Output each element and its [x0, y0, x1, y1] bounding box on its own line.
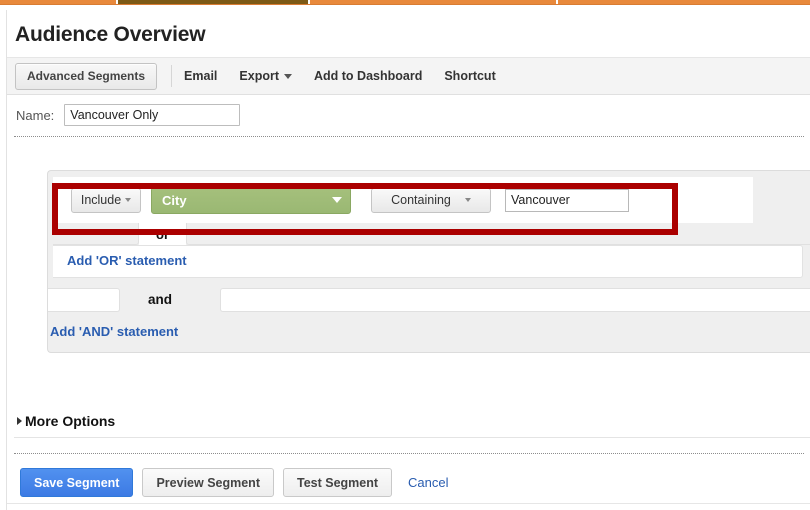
advanced-segments-button[interactable]: Advanced Segments	[15, 63, 157, 90]
add-and-row: Add 'AND' statement	[48, 318, 810, 352]
preview-segment-button[interactable]: Preview Segment	[142, 468, 274, 497]
and-label: and	[148, 292, 172, 307]
page-title: Audience Overview	[7, 14, 810, 48]
report-page: Audience Overview Advanced Segments Emai…	[0, 5, 810, 510]
include-exclude-dropdown[interactable]: Include	[71, 188, 141, 213]
add-or-row: Add 'OR' statement	[53, 245, 810, 280]
export-label: Export	[239, 69, 279, 83]
dimension-dropdown[interactable]: City	[151, 187, 351, 214]
condition-row-shell: Include City Containing	[53, 177, 810, 223]
toolbar-separator	[171, 65, 172, 87]
segment-condition-builder: Include City Containing or A	[47, 170, 810, 353]
condition-value-input[interactable]	[505, 189, 629, 212]
add-or-statement-link[interactable]: Add 'OR' statement	[67, 253, 187, 268]
test-segment-button[interactable]: Test Segment	[283, 468, 392, 497]
or-divider-right	[186, 223, 810, 245]
triangle-right-icon	[17, 417, 22, 425]
or-divider-row: or	[53, 223, 810, 245]
divider-more-options	[14, 437, 810, 438]
include-label: Include	[81, 193, 121, 207]
shortcut-button[interactable]: Shortcut	[444, 69, 495, 83]
dimension-label: City	[162, 193, 187, 208]
divider-top	[14, 136, 804, 137]
and-divider-left	[48, 288, 120, 312]
or-divider-left	[53, 223, 139, 245]
add-to-dashboard-label: Add to Dashboard	[314, 69, 422, 83]
export-menu[interactable]: Export	[239, 69, 292, 83]
chevron-down-icon	[465, 198, 471, 202]
email-button[interactable]: Email	[184, 69, 217, 83]
email-label: Email	[184, 69, 217, 83]
chevron-down-icon	[332, 197, 342, 203]
report-toolbar: Advanced Segments Email Export Add to Da…	[7, 57, 810, 95]
shortcut-label: Shortcut	[444, 69, 495, 83]
or-label: or	[139, 223, 186, 245]
chevron-down-icon	[284, 74, 292, 79]
save-segment-button[interactable]: Save Segment	[20, 468, 133, 497]
segment-name-input[interactable]	[64, 104, 240, 126]
title-bar: Audience Overview	[7, 14, 810, 54]
and-divider-right	[220, 288, 810, 312]
segment-name-label: Name:	[16, 108, 54, 123]
divider-actions	[14, 453, 804, 454]
segment-name-row: Name:	[7, 96, 810, 134]
more-options-label: More Options	[25, 413, 115, 429]
chevron-down-icon	[125, 198, 131, 202]
match-type-label: Containing	[391, 193, 451, 207]
match-type-dropdown[interactable]: Containing	[371, 188, 491, 213]
add-and-statement-link[interactable]: Add 'AND' statement	[50, 324, 178, 339]
action-bar: Save Segment Preview Segment Test Segmen…	[20, 468, 449, 497]
cancel-link[interactable]: Cancel	[408, 475, 448, 490]
page-bottom-rule	[7, 503, 810, 504]
and-divider-row: and	[48, 286, 810, 318]
condition-row: Include City Containing	[53, 177, 629, 223]
add-to-dashboard-button[interactable]: Add to Dashboard	[314, 69, 422, 83]
more-options-toggle[interactable]: More Options	[17, 413, 115, 429]
